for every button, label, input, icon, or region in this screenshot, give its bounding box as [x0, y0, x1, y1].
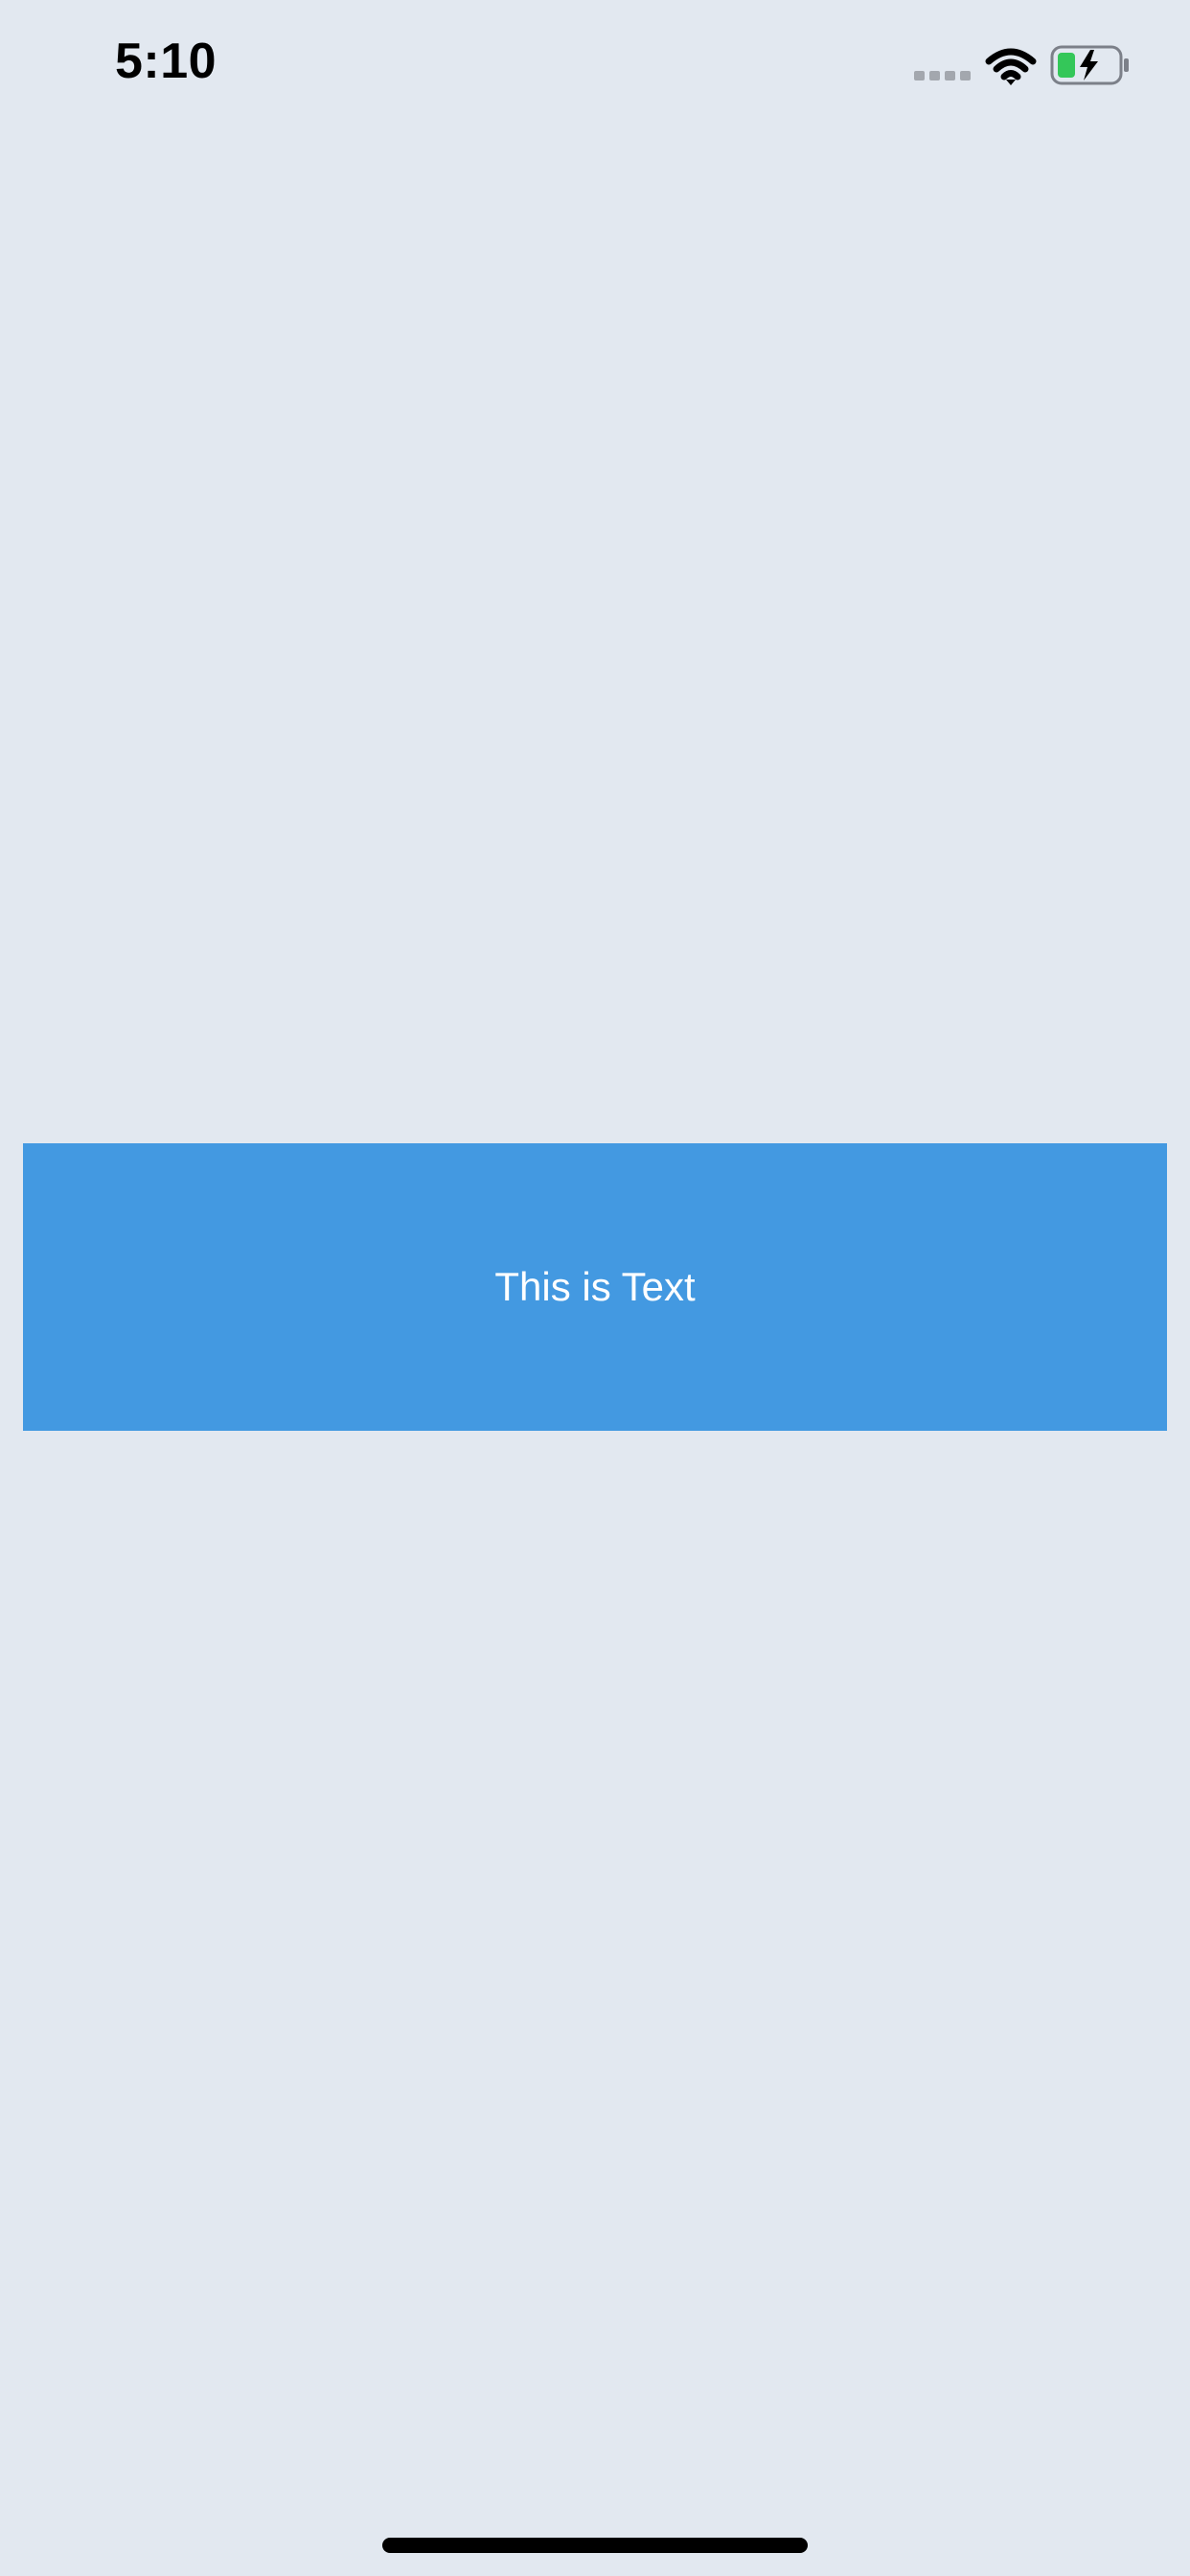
home-indicator[interactable] [382, 2538, 808, 2553]
battery-charging-icon [1050, 45, 1129, 85]
wifi-icon [985, 48, 1037, 85]
text-banner: This is Text [23, 1143, 1167, 1431]
signal-icon [914, 71, 971, 80]
status-bar: 5:10 [0, 0, 1190, 126]
banner-text: This is Text [494, 1264, 696, 1309]
status-time: 5:10 [115, 34, 217, 89]
